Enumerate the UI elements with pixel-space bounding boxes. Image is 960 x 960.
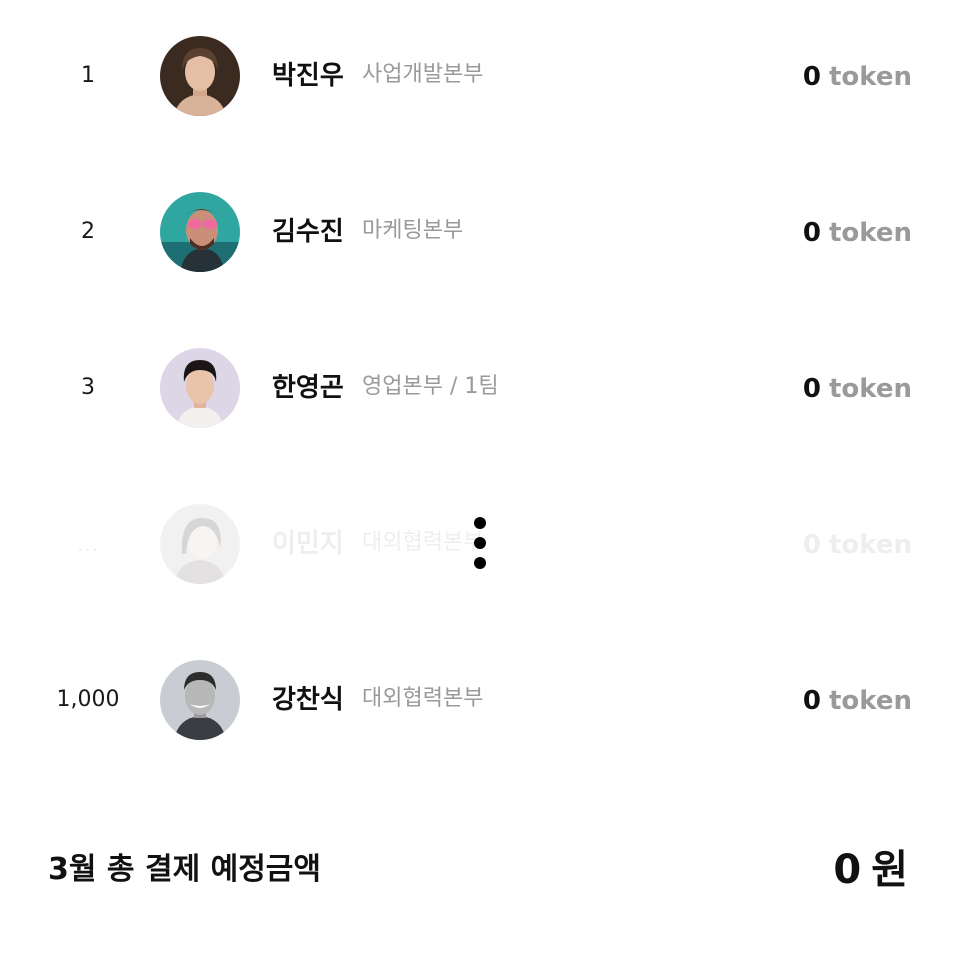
token-unit: token	[828, 218, 912, 248]
token-amount: 0 token	[803, 192, 912, 274]
rank-ellipsis: ...	[76, 532, 100, 556]
ranking-row[interactable]: 3 한영곤 영업본부 / 1팀 0 token	[0, 348, 960, 428]
token-amount: 0 token	[803, 348, 912, 430]
summary-total: 0원	[833, 830, 908, 910]
user-avatar	[160, 192, 240, 272]
token-unit: token	[828, 62, 912, 92]
token-unit: token	[828, 530, 912, 560]
user-name: 박진우	[272, 61, 344, 91]
ranking-row[interactable]: 1,000 강찬식 대외협력본부 0 token	[0, 660, 960, 740]
token-amount-value: 0	[802, 62, 821, 92]
token-amount: 0 token	[803, 660, 912, 742]
user-department: 사업개발본부	[362, 62, 484, 87]
user-avatar	[160, 660, 240, 740]
ranking-row[interactable]: 1 박진우 사업개발본부 0 token	[0, 36, 960, 116]
token-unit: token	[828, 686, 912, 716]
rank-number: 3	[81, 375, 95, 400]
user-name: 한영곤	[272, 373, 344, 403]
token-ranking-page: 1 박진우 사업개발본부 0 token 2 김수진 마케팅본부 0 token…	[0, 0, 960, 960]
rank-number: 1	[81, 63, 95, 88]
user-name: 강찬식	[272, 685, 344, 715]
payment-summary: 3월 총 결제 예정금액 0원	[0, 830, 960, 910]
user-department: 대외협력본부	[362, 530, 484, 555]
vertical-ellipsis-icon	[472, 517, 488, 571]
token-amount-value: 0	[802, 686, 821, 716]
rank-number: 2	[81, 219, 95, 244]
user-avatar	[160, 36, 240, 116]
token-amount-value: 0	[802, 530, 821, 560]
user-department: 마케팅본부	[362, 218, 464, 243]
ranking-row[interactable]: 2 김수진 마케팅본부 0 token	[0, 192, 960, 272]
token-amount: 0 token	[803, 36, 912, 118]
token-amount-value: 0	[802, 218, 821, 248]
rank-number: 1,000	[56, 687, 120, 712]
user-name: 김수진	[272, 217, 344, 247]
token-amount-value: 0	[802, 374, 821, 404]
user-department: 영업본부 / 1팀	[362, 374, 499, 399]
summary-currency: 원	[871, 847, 908, 893]
user-avatar	[160, 504, 240, 584]
summary-label: 3월 총 결제 예정금액	[48, 852, 322, 887]
token-unit: token	[828, 374, 912, 404]
user-department: 대외협력본부	[362, 686, 484, 711]
user-name: 이민지	[272, 529, 344, 559]
user-avatar	[160, 348, 240, 428]
summary-amount: 0	[833, 847, 862, 893]
token-amount: 0 token	[803, 504, 912, 586]
